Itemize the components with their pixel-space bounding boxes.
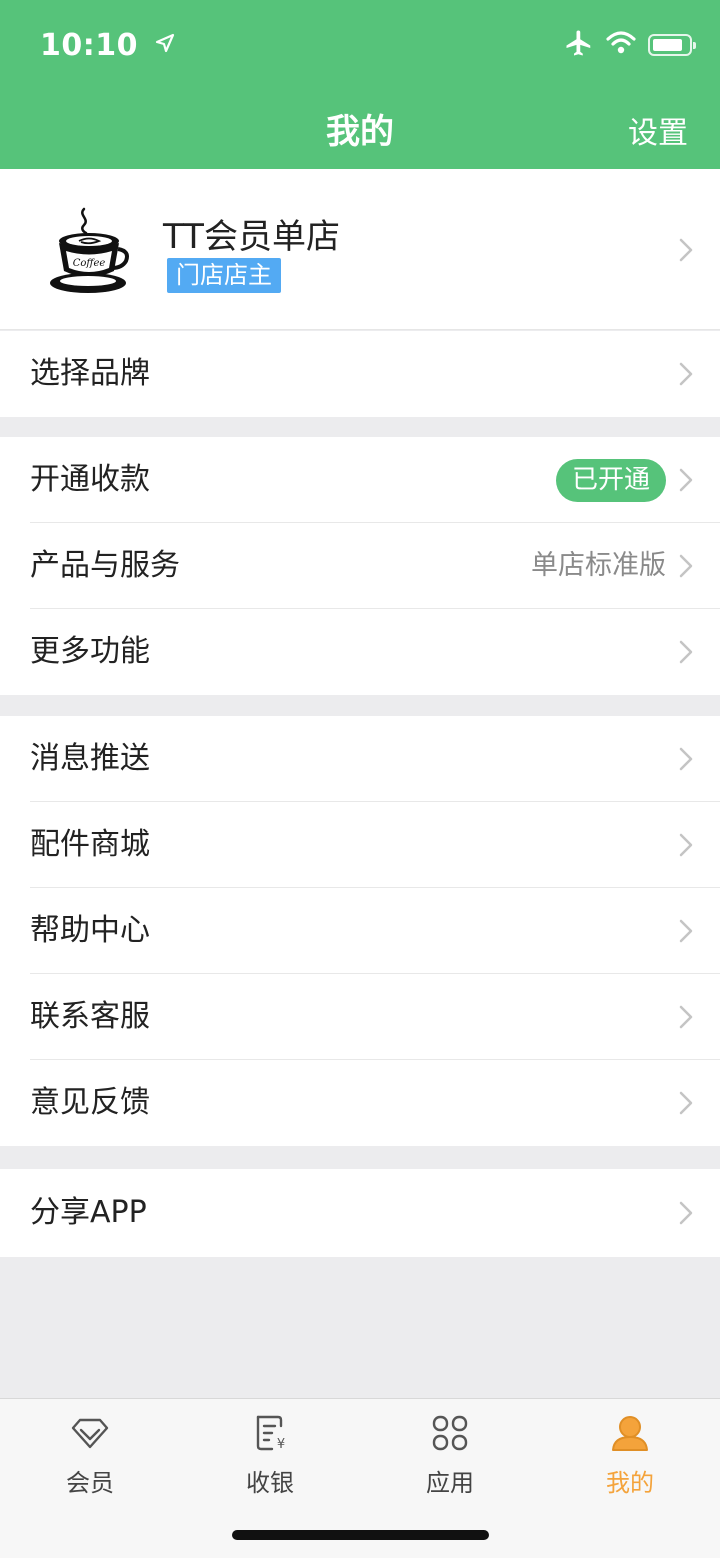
apps-icon [432, 1415, 468, 1451]
status-time: 10:10 [40, 26, 175, 63]
role-badge: 门店店主 [167, 258, 281, 293]
shop-name: TT会员单店 [163, 217, 340, 257]
tab-member[interactable]: 会员 [0, 1399, 180, 1509]
menu-row-label: 分享APP [30, 1195, 147, 1230]
coffee-cup-logo: Coffee [50, 207, 129, 293]
menu-row-products-services[interactable]: 产品与服务 单店标准版 [0, 523, 720, 609]
menu-row-label: 更多功能 [30, 634, 150, 669]
status-icons [564, 28, 696, 62]
menu-group-brand: 选择品牌 [0, 331, 720, 417]
menu-row-label: 帮助中心 [30, 913, 150, 948]
status-badge: 已开通 [555, 459, 666, 502]
chevron-right-icon [679, 919, 693, 943]
logo-text: Coffee [73, 258, 106, 269]
menu-row-label: 选择品牌 [30, 356, 150, 391]
chevron-right-icon [679, 747, 693, 771]
tab-label: 应用 [426, 1469, 474, 1497]
person-icon [612, 1416, 648, 1451]
location-arrow-icon [155, 26, 175, 61]
chevron-right-icon [679, 640, 693, 664]
tab-apps[interactable]: 应用 [360, 1399, 540, 1509]
airplane-icon [564, 28, 594, 62]
menu-row-help-center[interactable]: 帮助中心 [0, 888, 720, 974]
chevron-right-icon [679, 238, 693, 262]
menu-group-support: 消息推送 配件商城 帮助中心 联系客服 意见反馈 [0, 716, 720, 1146]
menu-row-more-features[interactable]: 更多功能 [0, 609, 720, 695]
status-time-text: 10:10 [40, 28, 138, 63]
menu-row-share-app[interactable]: 分享APP [0, 1169, 720, 1257]
status-bar: 10:10 [0, 0, 720, 88]
menu-group-share: 分享APP [0, 1169, 720, 1257]
profile-card[interactable]: Coffee TT会员单店 门店店主 [0, 169, 720, 330]
chevron-right-icon [679, 468, 693, 492]
menu-row-label: 消息推送 [30, 741, 150, 776]
top-header: 10:10 我的 设置 [0, 0, 720, 169]
diamond-icon [71, 1418, 109, 1449]
menu-row-label: 产品与服务 [30, 548, 180, 583]
battery-level [653, 39, 682, 51]
menu-row-push-messages[interactable]: 消息推送 [0, 716, 720, 802]
tab-mine[interactable]: 我的 [540, 1399, 720, 1509]
tab-label: 我的 [606, 1469, 654, 1497]
page-title: 我的 [326, 112, 394, 152]
svg-text:¥: ¥ [277, 1437, 285, 1452]
tab-cashier[interactable]: ¥ 收银 [180, 1399, 360, 1509]
menu-group-services: 开通收款 已开通 产品与服务 单店标准版 更多功能 [0, 437, 720, 695]
menu-row-accessory-store[interactable]: 配件商城 [0, 802, 720, 888]
menu-row-label: 意见反馈 [30, 1085, 150, 1120]
menu-row-feedback[interactable]: 意见反馈 [0, 1060, 720, 1146]
menu-row-label: 开通收款 [30, 462, 150, 497]
menu-row-select-brand[interactable]: 选择品牌 [0, 331, 720, 417]
tab-label: 收银 [246, 1469, 294, 1497]
home-indicator[interactable] [232, 1530, 489, 1540]
chevron-right-icon [679, 1005, 693, 1029]
menu-row-value: 单店标准版 [531, 550, 666, 581]
chevron-right-icon [679, 833, 693, 857]
receipt-icon: ¥ [256, 1415, 285, 1452]
settings-button[interactable]: 设置 [628, 108, 688, 152]
menu-row-label: 联系客服 [30, 999, 150, 1034]
chevron-right-icon [679, 1091, 693, 1115]
wifi-icon [606, 30, 636, 60]
chevron-right-icon [679, 362, 693, 386]
battery-icon [648, 34, 696, 56]
chevron-right-icon [679, 1201, 693, 1225]
menu-row-label: 配件商城 [30, 827, 150, 862]
menu-row-open-payment[interactable]: 开通收款 已开通 [0, 437, 720, 523]
menu-row-contact-support[interactable]: 联系客服 [0, 974, 720, 1060]
tab-label: 会员 [66, 1469, 114, 1497]
chevron-right-icon [679, 554, 693, 578]
